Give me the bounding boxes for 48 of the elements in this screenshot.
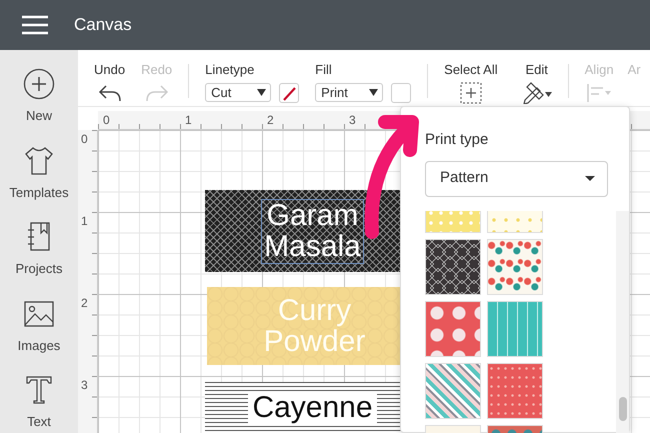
caret-icon xyxy=(585,176,595,181)
pattern-swatch[interactable] xyxy=(487,362,543,418)
selection-box[interactable]: Garam Masala xyxy=(261,198,364,264)
caret-icon xyxy=(257,89,266,96)
sidebar-item[interactable]: Projects xyxy=(16,221,62,278)
fill-label: Fill xyxy=(315,61,332,79)
print-type-select[interactable]: Pattern xyxy=(425,160,608,196)
ruler-number: 0 xyxy=(103,114,110,126)
ruler-number: 0 xyxy=(81,133,88,145)
ruler-number: 2 xyxy=(267,114,274,126)
linetype-select[interactable]: Cut xyxy=(205,83,272,102)
pencil-ruler-icon xyxy=(522,82,552,104)
menu-icon[interactable] xyxy=(22,15,48,35)
select-all-button[interactable]: Select All xyxy=(444,60,498,104)
line-color-swatch[interactable] xyxy=(279,82,300,102)
edit-button[interactable]: Edit xyxy=(522,60,552,104)
sidebar-item[interactable]: Images xyxy=(18,298,60,355)
linetype-label: Linetype xyxy=(205,61,254,79)
pattern-swatch[interactable] xyxy=(425,362,481,418)
print-type-label: Print type xyxy=(425,130,490,150)
app-title: Canvas xyxy=(74,14,132,36)
label-text: Garam xyxy=(266,200,358,231)
sidebar-item[interactable]: Text xyxy=(23,374,55,432)
ruler-number: 3 xyxy=(349,114,356,126)
sidebar-item[interactable]: Templates xyxy=(9,144,69,202)
dashed-plus-icon xyxy=(460,82,482,104)
pattern-swatch[interactable] xyxy=(425,238,481,294)
pattern-swatch[interactable] xyxy=(425,300,481,356)
tshirt-icon xyxy=(23,144,55,176)
scrollbar-track[interactable] xyxy=(616,210,629,433)
align-left-icon xyxy=(586,82,612,104)
label-text: Powder xyxy=(264,326,366,358)
pattern-swatch[interactable] xyxy=(487,300,543,356)
label-text: Masala xyxy=(264,231,361,262)
ruler-number: 3 xyxy=(81,379,88,391)
fill-color-swatch[interactable] xyxy=(391,82,412,102)
fill-select[interactable]: Print xyxy=(315,83,384,102)
scrollbar-thumb[interactable] xyxy=(619,396,628,420)
label-text: Curry xyxy=(278,294,352,326)
undo-button[interactable]: Undo xyxy=(94,60,126,102)
ruler-number: 1 xyxy=(185,114,192,126)
plus-circle-icon xyxy=(23,68,55,100)
sidebar-item[interactable]: New xyxy=(23,68,55,126)
caret-icon xyxy=(369,89,378,96)
pattern-swatch[interactable] xyxy=(487,238,543,294)
label-text: Cayenne xyxy=(248,392,377,424)
ruler-number: 1 xyxy=(81,215,88,227)
ruler-number: 2 xyxy=(81,297,88,309)
